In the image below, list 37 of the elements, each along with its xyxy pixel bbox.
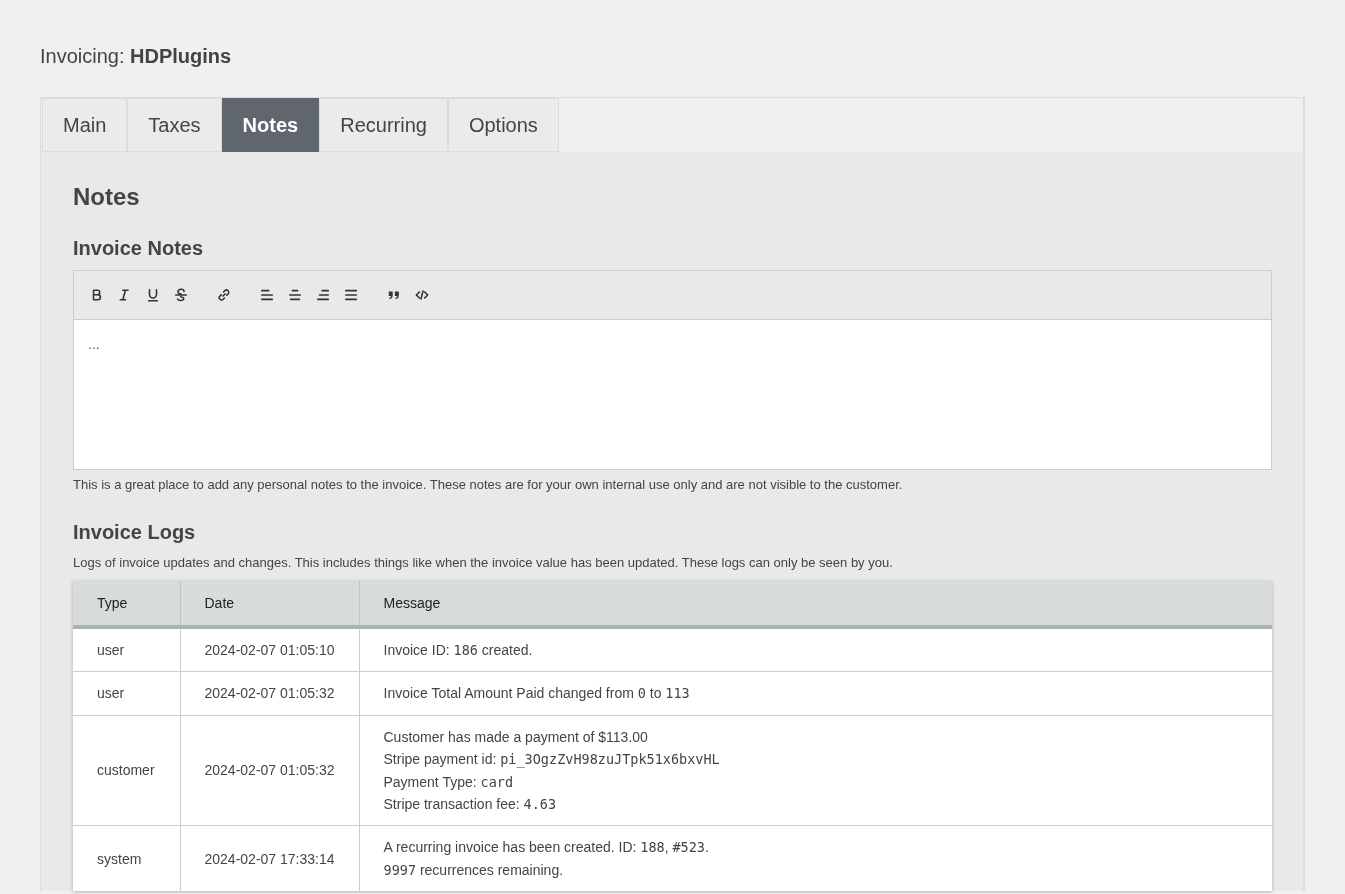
- tab[interactable]: Recurring: [319, 98, 448, 152]
- italic-icon: [118, 288, 132, 302]
- table-cell: Invoice Total Amount Paid changed from 0 to 113: [359, 671, 1272, 716]
- subsection-heading: Invoice Notes: [73, 236, 204, 260]
- section-heading: Notes: [73, 182, 140, 212]
- column-header: Date: [180, 581, 359, 627]
- code-icon: [415, 288, 429, 302]
- table-cell: user: [73, 627, 180, 672]
- table-cell: A recurring invoice has been created. ID: 188, #523. 9997 recurrences remaining.: [359, 825, 1272, 892]
- tab[interactable]: Taxes: [127, 98, 222, 152]
- link-icon: [217, 288, 231, 302]
- table-cell: system: [73, 825, 180, 892]
- table-cell: 2024-02-07 01:05:10: [180, 627, 359, 672]
- column-header: Message: [359, 581, 1272, 627]
- subsection-heading: Invoice Logs: [73, 520, 196, 544]
- table-cell: Invoice ID: 186 created.: [359, 627, 1272, 672]
- align-justify-icon: [344, 288, 358, 302]
- bold-icon: [90, 288, 104, 302]
- align-center-icon: [288, 288, 302, 302]
- table-cell: 2024-02-07 01:05:32: [180, 715, 359, 826]
- table-cell: customer: [73, 715, 180, 826]
- notes-editor-field[interactable]: ...: [74, 320, 1271, 469]
- description-text: Logs of invoice updates and changes. This includes things like when the invoice value has been updated. These logs can only be seen by you.: [73, 554, 893, 572]
- align-right-icon: [316, 288, 330, 302]
- column-header: Type: [73, 581, 180, 627]
- tab[interactable]: Notes: [221, 98, 320, 152]
- tab[interactable]: Main: [42, 98, 128, 152]
- strikethrough-icon: [174, 288, 188, 302]
- table-cell: 2024-02-07 01:05:32: [180, 671, 359, 716]
- table-cell: user: [73, 671, 180, 716]
- align-left-icon: [260, 288, 274, 302]
- table-cell: Customer has made a payment of $113.00 Stripe payment id: pi_3OgzZvH98zuJTpk51x6bxvHL Payment Type: card Stripe transaction fee: 4.63: [359, 715, 1272, 826]
- table-cell: 2024-02-07 17:33:14: [180, 825, 359, 892]
- help-text: This is a great place to add any personal notes to the invoice. These notes are for your own internal use only and are not visible to the customer.: [73, 476, 903, 494]
- tab[interactable]: Options: [447, 98, 559, 152]
- underline-icon: [146, 288, 160, 302]
- page-title: Invoicing: HDPlugins: [40, 44, 232, 68]
